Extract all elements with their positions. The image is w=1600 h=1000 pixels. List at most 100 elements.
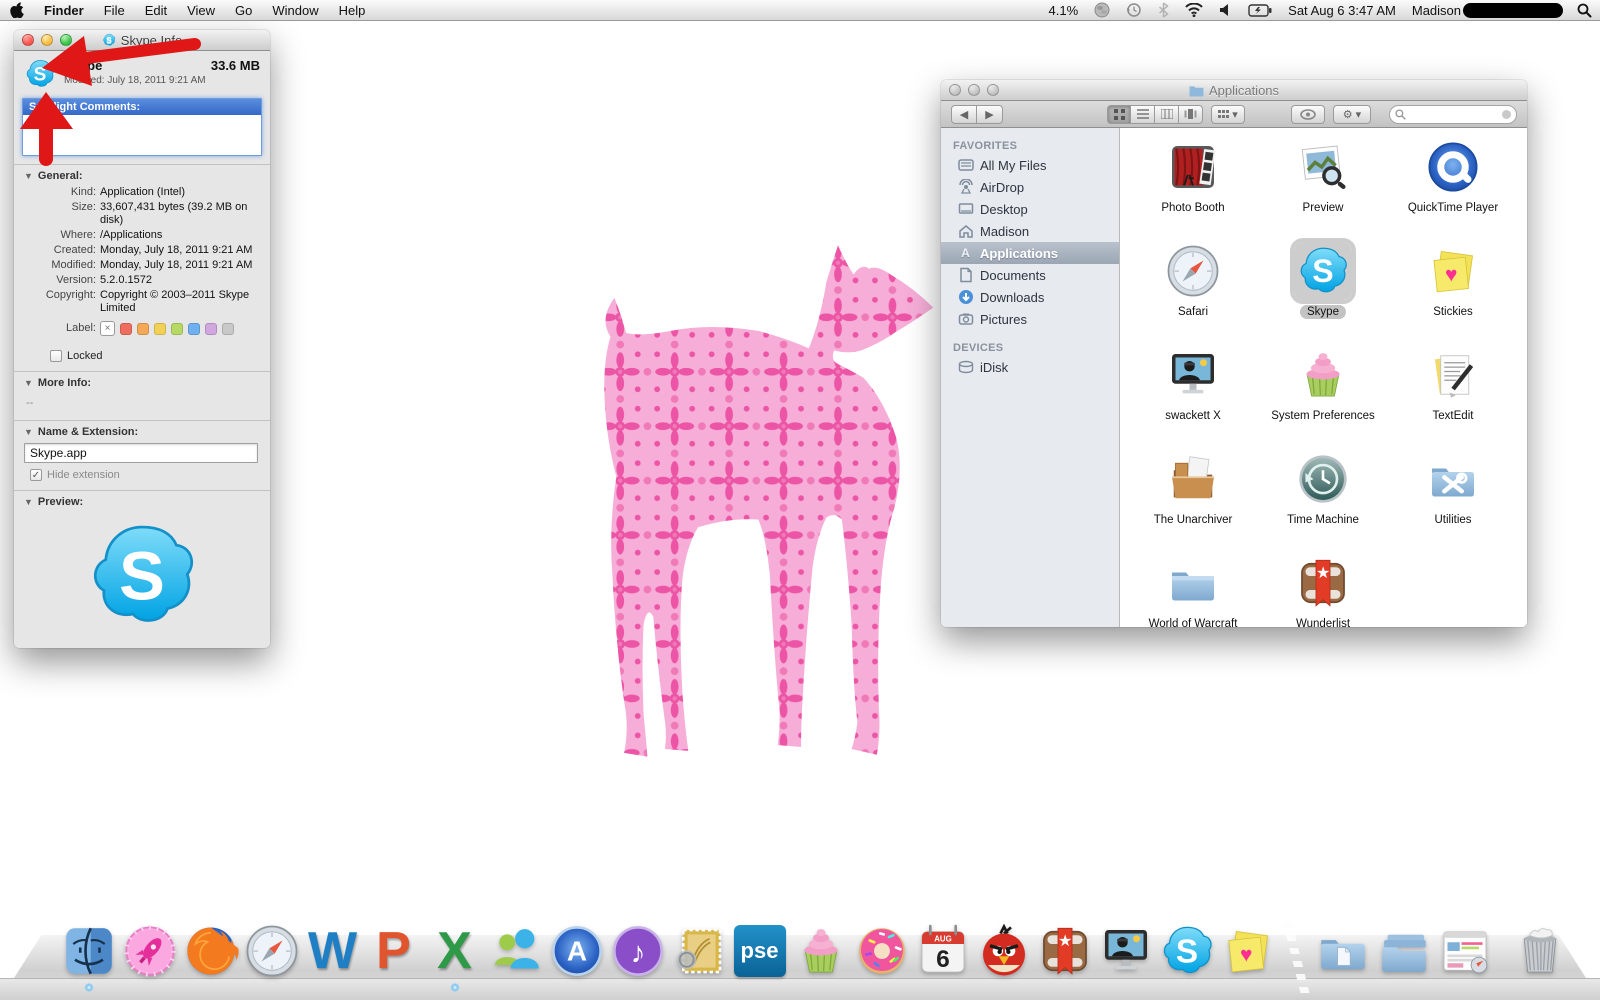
- label-color-swatch[interactable]: [120, 322, 132, 335]
- action-gear-button[interactable]: ⚙ ▾: [1333, 104, 1371, 124]
- menu-view[interactable]: View: [177, 0, 225, 21]
- sidebar-item-idisk[interactable]: iDisk: [941, 356, 1119, 378]
- sidebar-item-pictures[interactable]: Pictures: [941, 308, 1119, 330]
- close-button[interactable]: [22, 34, 34, 46]
- app-skype-selected[interactable]: Skype: [1258, 236, 1388, 319]
- name-extension-header[interactable]: ▼ Name & Extension:: [24, 426, 260, 438]
- dock-minimized-safari-window[interactable]: [1436, 922, 1494, 980]
- dock-app-store[interactable]: [548, 922, 606, 980]
- zoom-button[interactable]: [60, 34, 72, 46]
- globe-icon[interactable]: [1086, 0, 1118, 21]
- column-view-button[interactable]: [1155, 104, 1179, 124]
- sidebar-item-madison-home[interactable]: Madison: [941, 220, 1119, 242]
- dock-ical[interactable]: [914, 922, 972, 980]
- label-color-swatch[interactable]: [222, 322, 234, 335]
- arrange-button[interactable]: ▾: [1211, 104, 1245, 124]
- more-info-header[interactable]: ▼ More Info:: [24, 377, 260, 389]
- finder-title-bar[interactable]: Applications: [941, 80, 1527, 101]
- locked-checkbox[interactable]: [50, 350, 62, 362]
- dock-documents-folder[interactable]: [1314, 922, 1372, 980]
- menu-edit[interactable]: Edit: [135, 0, 177, 21]
- app-quicktime-player[interactable]: QuickTime Player: [1388, 132, 1518, 215]
- dock-skype[interactable]: [1158, 922, 1216, 980]
- dock-finder[interactable]: [60, 922, 118, 992]
- dock-photoshop-elements[interactable]: pse: [731, 922, 789, 980]
- quick-look-button[interactable]: [1291, 104, 1325, 124]
- dock-donut-app[interactable]: [853, 922, 911, 980]
- dock-wunderlist[interactable]: [1036, 922, 1094, 980]
- app-safari[interactable]: Safari: [1128, 236, 1258, 319]
- dock-cupcake-app[interactable]: [792, 922, 850, 980]
- minimize-button[interactable]: [968, 84, 980, 96]
- folder-world-of-warcraft[interactable]: World of Warcraft: [1128, 548, 1258, 627]
- menu-window[interactable]: Window: [262, 0, 328, 21]
- dock-mail[interactable]: [670, 922, 728, 980]
- menu-go[interactable]: Go: [225, 0, 262, 21]
- label-color-swatch[interactable]: [205, 322, 217, 335]
- dock-firefox[interactable]: [182, 922, 240, 980]
- spotlight-icon[interactable]: [1569, 0, 1600, 21]
- label-color-swatch[interactable]: [188, 322, 200, 335]
- app-swackett-x[interactable]: swackett X: [1128, 340, 1258, 423]
- dock-itunes[interactable]: [609, 922, 667, 980]
- dock-downloads-stack[interactable]: [1375, 922, 1433, 980]
- sidebar-item-desktop[interactable]: Desktop: [941, 198, 1119, 220]
- list-view-button[interactable]: [1131, 104, 1155, 124]
- app-photo-booth[interactable]: Photo Booth: [1128, 132, 1258, 215]
- label-color-swatch[interactable]: [171, 322, 183, 335]
- sidebar-item-applications[interactable]: A Applications: [941, 242, 1119, 264]
- filename-field[interactable]: Skype.app: [24, 443, 258, 463]
- app-system-preferences[interactable]: System Preferences: [1258, 340, 1388, 423]
- app-textedit[interactable]: TextEdit: [1388, 340, 1518, 423]
- menubar-app-name[interactable]: Finder: [34, 0, 94, 21]
- sidebar-item-documents[interactable]: Documents: [941, 264, 1119, 286]
- icon-view-button[interactable]: [1107, 104, 1131, 124]
- bluetooth-icon[interactable]: [1150, 0, 1177, 21]
- dock-angry-birds[interactable]: [975, 922, 1033, 980]
- dock-trash[interactable]: [1511, 922, 1569, 980]
- time-machine-icon[interactable]: [1118, 0, 1150, 21]
- label-none-button[interactable]: ×: [100, 321, 115, 336]
- folder-utilities[interactable]: Utilities: [1388, 444, 1518, 527]
- menubar-user-name[interactable]: Madison: [1404, 0, 1461, 21]
- app-wunderlist[interactable]: Wunderlist: [1258, 548, 1388, 627]
- info-title-bar[interactable]: Skype Info: [14, 30, 270, 51]
- skype-info-window[interactable]: Skype Info Skype Modified: July 18, 2011…: [14, 30, 270, 648]
- search-clear-icon[interactable]: [1502, 109, 1511, 119]
- dock-microsoft-word[interactable]: W: [304, 922, 362, 980]
- label-color-swatch[interactable]: [137, 322, 149, 335]
- zoom-button[interactable]: [987, 84, 999, 96]
- close-button[interactable]: [949, 84, 961, 96]
- dock-messenger[interactable]: [487, 922, 545, 980]
- sidebar-item-all-my-files[interactable]: All My Files: [941, 154, 1119, 176]
- minimize-button[interactable]: [41, 34, 53, 46]
- finder-applications-window[interactable]: Applications ◀ ▶ ▾ ⚙ ▾ FAVORITES All My …: [941, 80, 1527, 627]
- preview-header[interactable]: ▼ Preview:: [24, 496, 260, 508]
- spotlight-comments-field[interactable]: [23, 115, 261, 155]
- menu-help[interactable]: Help: [329, 0, 376, 21]
- app-preview[interactable]: Preview: [1258, 132, 1388, 215]
- search-field[interactable]: [1389, 104, 1517, 124]
- dock-microsoft-powerpoint[interactable]: P: [365, 922, 423, 980]
- forward-button[interactable]: ▶: [977, 104, 1003, 124]
- dock-rocket-app[interactable]: [121, 922, 179, 980]
- hide-extension-checkbox[interactable]: ✓: [30, 469, 42, 481]
- status-percent[interactable]: 4.1%: [1041, 0, 1087, 21]
- app-stickies[interactable]: Stickies: [1388, 236, 1518, 319]
- wifi-icon[interactable]: [1177, 0, 1211, 21]
- dock-microsoft-excel[interactable]: X: [426, 922, 484, 992]
- dock-stickies[interactable]: [1219, 922, 1277, 980]
- label-color-swatch[interactable]: [154, 322, 166, 335]
- app-the-unarchiver[interactable]: The Unarchiver: [1128, 444, 1258, 527]
- menubar-clock[interactable]: Sat Aug 6 3:47 AM: [1280, 0, 1404, 21]
- apple-menu[interactable]: [0, 0, 34, 21]
- sidebar-item-airdrop[interactable]: AirDrop: [941, 176, 1119, 198]
- menu-file[interactable]: File: [94, 0, 135, 21]
- dock-swackett-x[interactable]: [1097, 922, 1155, 980]
- back-button[interactable]: ◀: [951, 104, 977, 124]
- general-header[interactable]: ▼ General:: [24, 170, 260, 182]
- sidebar-item-downloads[interactable]: Downloads: [941, 286, 1119, 308]
- dock-safari[interactable]: [243, 922, 301, 980]
- coverflow-view-button[interactable]: [1179, 104, 1203, 124]
- app-time-machine[interactable]: Time Machine: [1258, 444, 1388, 527]
